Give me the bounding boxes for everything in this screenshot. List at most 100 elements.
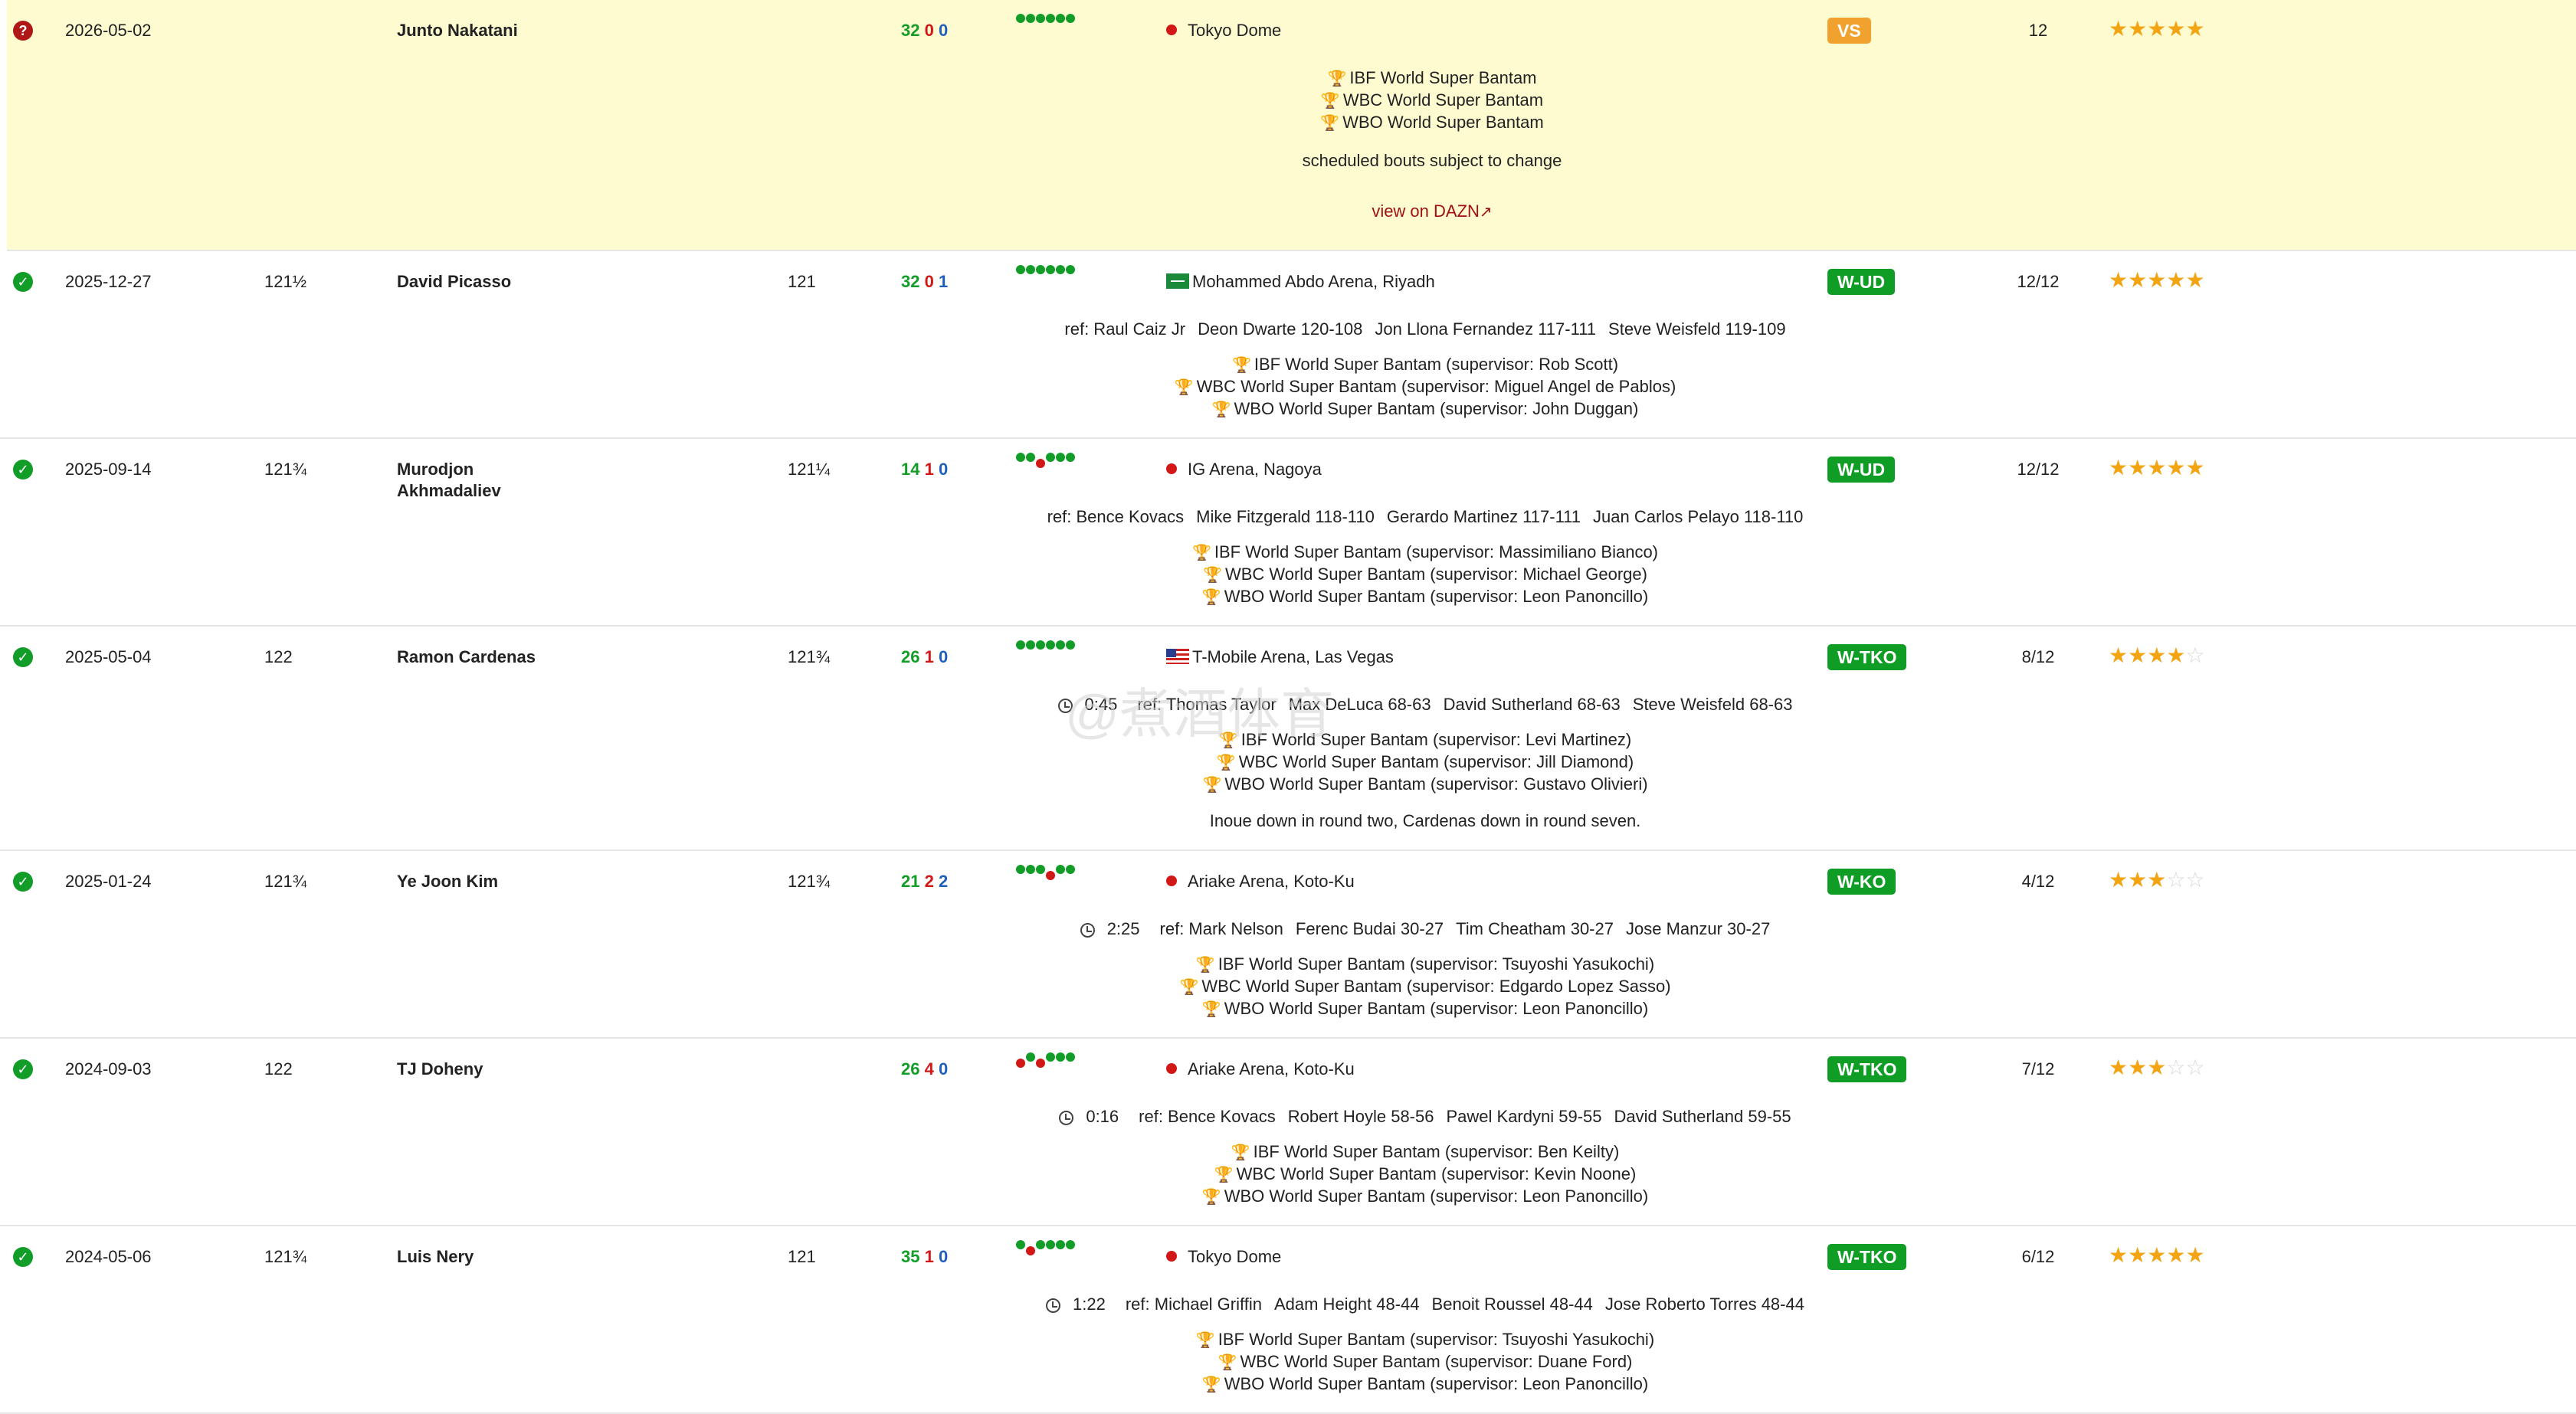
trophy-icon: 🏆	[1174, 379, 1194, 396]
opponent-weight: 121¾	[788, 872, 831, 891]
star-filled-icon: ★	[2166, 643, 2186, 667]
judge-score: Jose Manzur 30-27	[1625, 919, 1771, 938]
stoppage-time: 2:25	[1074, 919, 1146, 938]
bout-row[interactable]: ✓ 2024-05-06 121¾ Luis Nery 121 35 1 0 Tokyo D…	[0, 1226, 2576, 1414]
title-name: WBC World Super Bantam (supervisor: Edga…	[1201, 977, 1671, 996]
star-filled-icon: ★	[2109, 1056, 2129, 1079]
bout-row[interactable]: ✓ 2024-09-03 122 TJ Doheny 26 4 0 Ariake Aren…	[0, 1039, 2576, 1226]
rounds: 12/12	[2017, 272, 2060, 291]
star-filled-icon: ★	[2128, 868, 2148, 892]
star-filled-icon: ★	[2185, 268, 2205, 292]
title-name: IBF World Super Bantam (supervisor: Levi…	[1240, 730, 1632, 749]
bout-row[interactable]: ✓ 2025-12-27 121½ David Picasso 121 32 0 1 Moh…	[0, 251, 2576, 439]
star-filled-icon: ★	[2109, 268, 2129, 292]
title-name: WBO World Super Bantam (supervisor: Leon…	[1224, 1374, 1649, 1393]
form-win-dot	[1036, 14, 1045, 23]
record-wins: 14	[901, 460, 920, 479]
trophy-icon: 🏆	[1231, 357, 1251, 374]
bout-row[interactable]: ✓ 2025-05-04 122 Ramon Cardenas 121¾ 26 1 0 T-…	[0, 627, 2576, 851]
trophy-icon: 🏆	[1320, 115, 1340, 132]
title-line: 🏆 WBO World Super Bantam (supervisor: Leo…	[996, 998, 1854, 1020]
fighter-weight: 122	[264, 647, 293, 666]
trophy-icon: 🏆	[1214, 1167, 1234, 1183]
record-wins: 26	[901, 1059, 920, 1079]
title-line: 🏆 IBF World Super Bantam (supervisor: Lev…	[996, 729, 1854, 751]
trophy-icon: 🏆	[1216, 754, 1236, 771]
fighter-weight: 122	[264, 1059, 293, 1079]
rating-stars: ★★★★★	[2109, 1245, 2205, 1266]
bout-date: 2026-05-02	[65, 21, 152, 40]
title-name: IBF World Super Bantam (supervisor: Ben …	[1253, 1142, 1620, 1161]
judge-score: Benoit Roussel 48-44	[1431, 1295, 1593, 1314]
star-filled-icon: ★	[2166, 1243, 2186, 1267]
opponent-name[interactable]: TJ Doheny	[397, 1059, 483, 1080]
bout-row[interactable]: ✓ 2025-01-24 121¾ Ye Joon Kim 121¾ 21 2 2 Aria…	[0, 851, 2576, 1039]
title-line: 🏆 IBF World Super Bantam (supervisor: Tsu…	[996, 1329, 1854, 1351]
opponent-name[interactable]: Ramon Cardenas	[397, 646, 536, 668]
star-filled-icon: ★	[2128, 1056, 2148, 1079]
trophy-icon: 🏆	[1231, 1144, 1250, 1161]
win-status-icon: ✓	[13, 872, 33, 892]
opponent-name[interactable]: David Picasso	[397, 271, 511, 293]
rating-stars: ★★★★★	[2109, 18, 2205, 40]
clock-icon	[1080, 922, 1095, 938]
title-line: 🏆 WBC World Super Bantam (supervisor: Jil…	[996, 751, 1854, 774]
title-name: WBC World Super Bantam (supervisor: Kevi…	[1236, 1164, 1637, 1183]
judge-score: David Sutherland 68-63	[1443, 695, 1621, 714]
title-line: 🏆 WBC World Super Bantam (supervisor: Kev…	[996, 1164, 1854, 1186]
scheduled-status-icon: ?	[13, 21, 33, 41]
opponent-form-dots	[1016, 640, 1076, 659]
form-win-dot	[1066, 640, 1075, 650]
officials-line: 0:16 ref: Bence Kovacs Robert Hoyle 58-56 P…	[996, 1106, 1854, 1128]
trophy-icon: 🏆	[1202, 777, 1222, 794]
form-loss-dot	[1036, 459, 1045, 468]
fighter-weight: 121½	[264, 272, 307, 291]
referee: ref: Raul Caiz Jr	[1064, 319, 1186, 339]
venue-name: Ariake Arena, Koto-Ku	[1188, 872, 1355, 891]
form-loss-dot	[1026, 1246, 1035, 1255]
form-loss-dot	[1036, 1059, 1045, 1068]
opponent-weight: 121¾	[788, 647, 831, 666]
form-win-dot	[1036, 265, 1045, 274]
opponent-form-dots	[1016, 1240, 1076, 1259]
rounds: 6/12	[2021, 1247, 2055, 1266]
form-win-dot	[1046, 453, 1055, 462]
star-filled-icon: ★	[2147, 1056, 2167, 1079]
form-win-dot	[1056, 1052, 1065, 1062]
form-win-dot	[1026, 265, 1035, 274]
opponent-name[interactable]: Luis Nery	[397, 1246, 474, 1268]
venue-name: T-Mobile Arena, Las Vegas	[1192, 647, 1394, 666]
form-loss-dot	[1046, 871, 1055, 880]
title-name: WBO World Super Bantam (supervisor: Gust…	[1224, 774, 1648, 794]
title-line: 🏆 WBC World Super Bantam	[1003, 90, 1861, 112]
opponent-form-dots	[1016, 865, 1076, 883]
win-status-icon: ✓	[13, 647, 33, 667]
record-losses: 2	[924, 872, 934, 891]
record-losses: 1	[924, 647, 934, 666]
star-filled-icon: ★	[2128, 17, 2148, 41]
opponent-name[interactable]: Junto Nakatani	[397, 20, 518, 41]
trophy-icon: 🏆	[1179, 979, 1199, 996]
form-win-dot	[1026, 865, 1035, 874]
venue-name: Ariake Arena, Koto-Ku	[1188, 1059, 1355, 1079]
form-win-dot	[1066, 453, 1075, 462]
trophy-icon: 🏆	[1201, 589, 1221, 606]
bout-date: 2025-05-04	[65, 647, 152, 666]
rating-stars: ★★★★★	[2109, 270, 2205, 291]
title-name: IBF World Super Bantam (supervisor: Mass…	[1214, 542, 1659, 561]
form-win-dot	[1046, 1240, 1055, 1249]
opponent-name[interactable]: Murodjon Akhmadaliev	[397, 459, 519, 502]
bout-row[interactable]: ✓ 2025-09-14 121¾ Murodjon Akhmadaliev 121¼ 1…	[0, 439, 2576, 627]
trophy-icon: 🏆	[1201, 1189, 1221, 1206]
stoppage-time-value: 0:45	[1084, 695, 1118, 714]
bout-row[interactable]: ? 2026-05-02 Junto Nakatani 32 0 0 Tokyo Dom…	[7, 0, 2576, 251]
star-filled-icon: ★	[2147, 643, 2167, 667]
dazn-link[interactable]: view on DAZN ↗	[1003, 201, 1861, 223]
opponent-name[interactable]: Ye Joon Kim	[397, 871, 498, 892]
form-win-dot	[1016, 14, 1025, 23]
result-badge: W-UD	[1827, 269, 1896, 295]
venue: Ariake Arena, Koto-Ku	[1166, 1059, 1355, 1080]
form-win-dot	[1016, 453, 1025, 462]
form-win-dot	[1046, 1052, 1055, 1062]
title-name: WBO World Super Bantam (supervisor: Leon…	[1224, 999, 1649, 1018]
